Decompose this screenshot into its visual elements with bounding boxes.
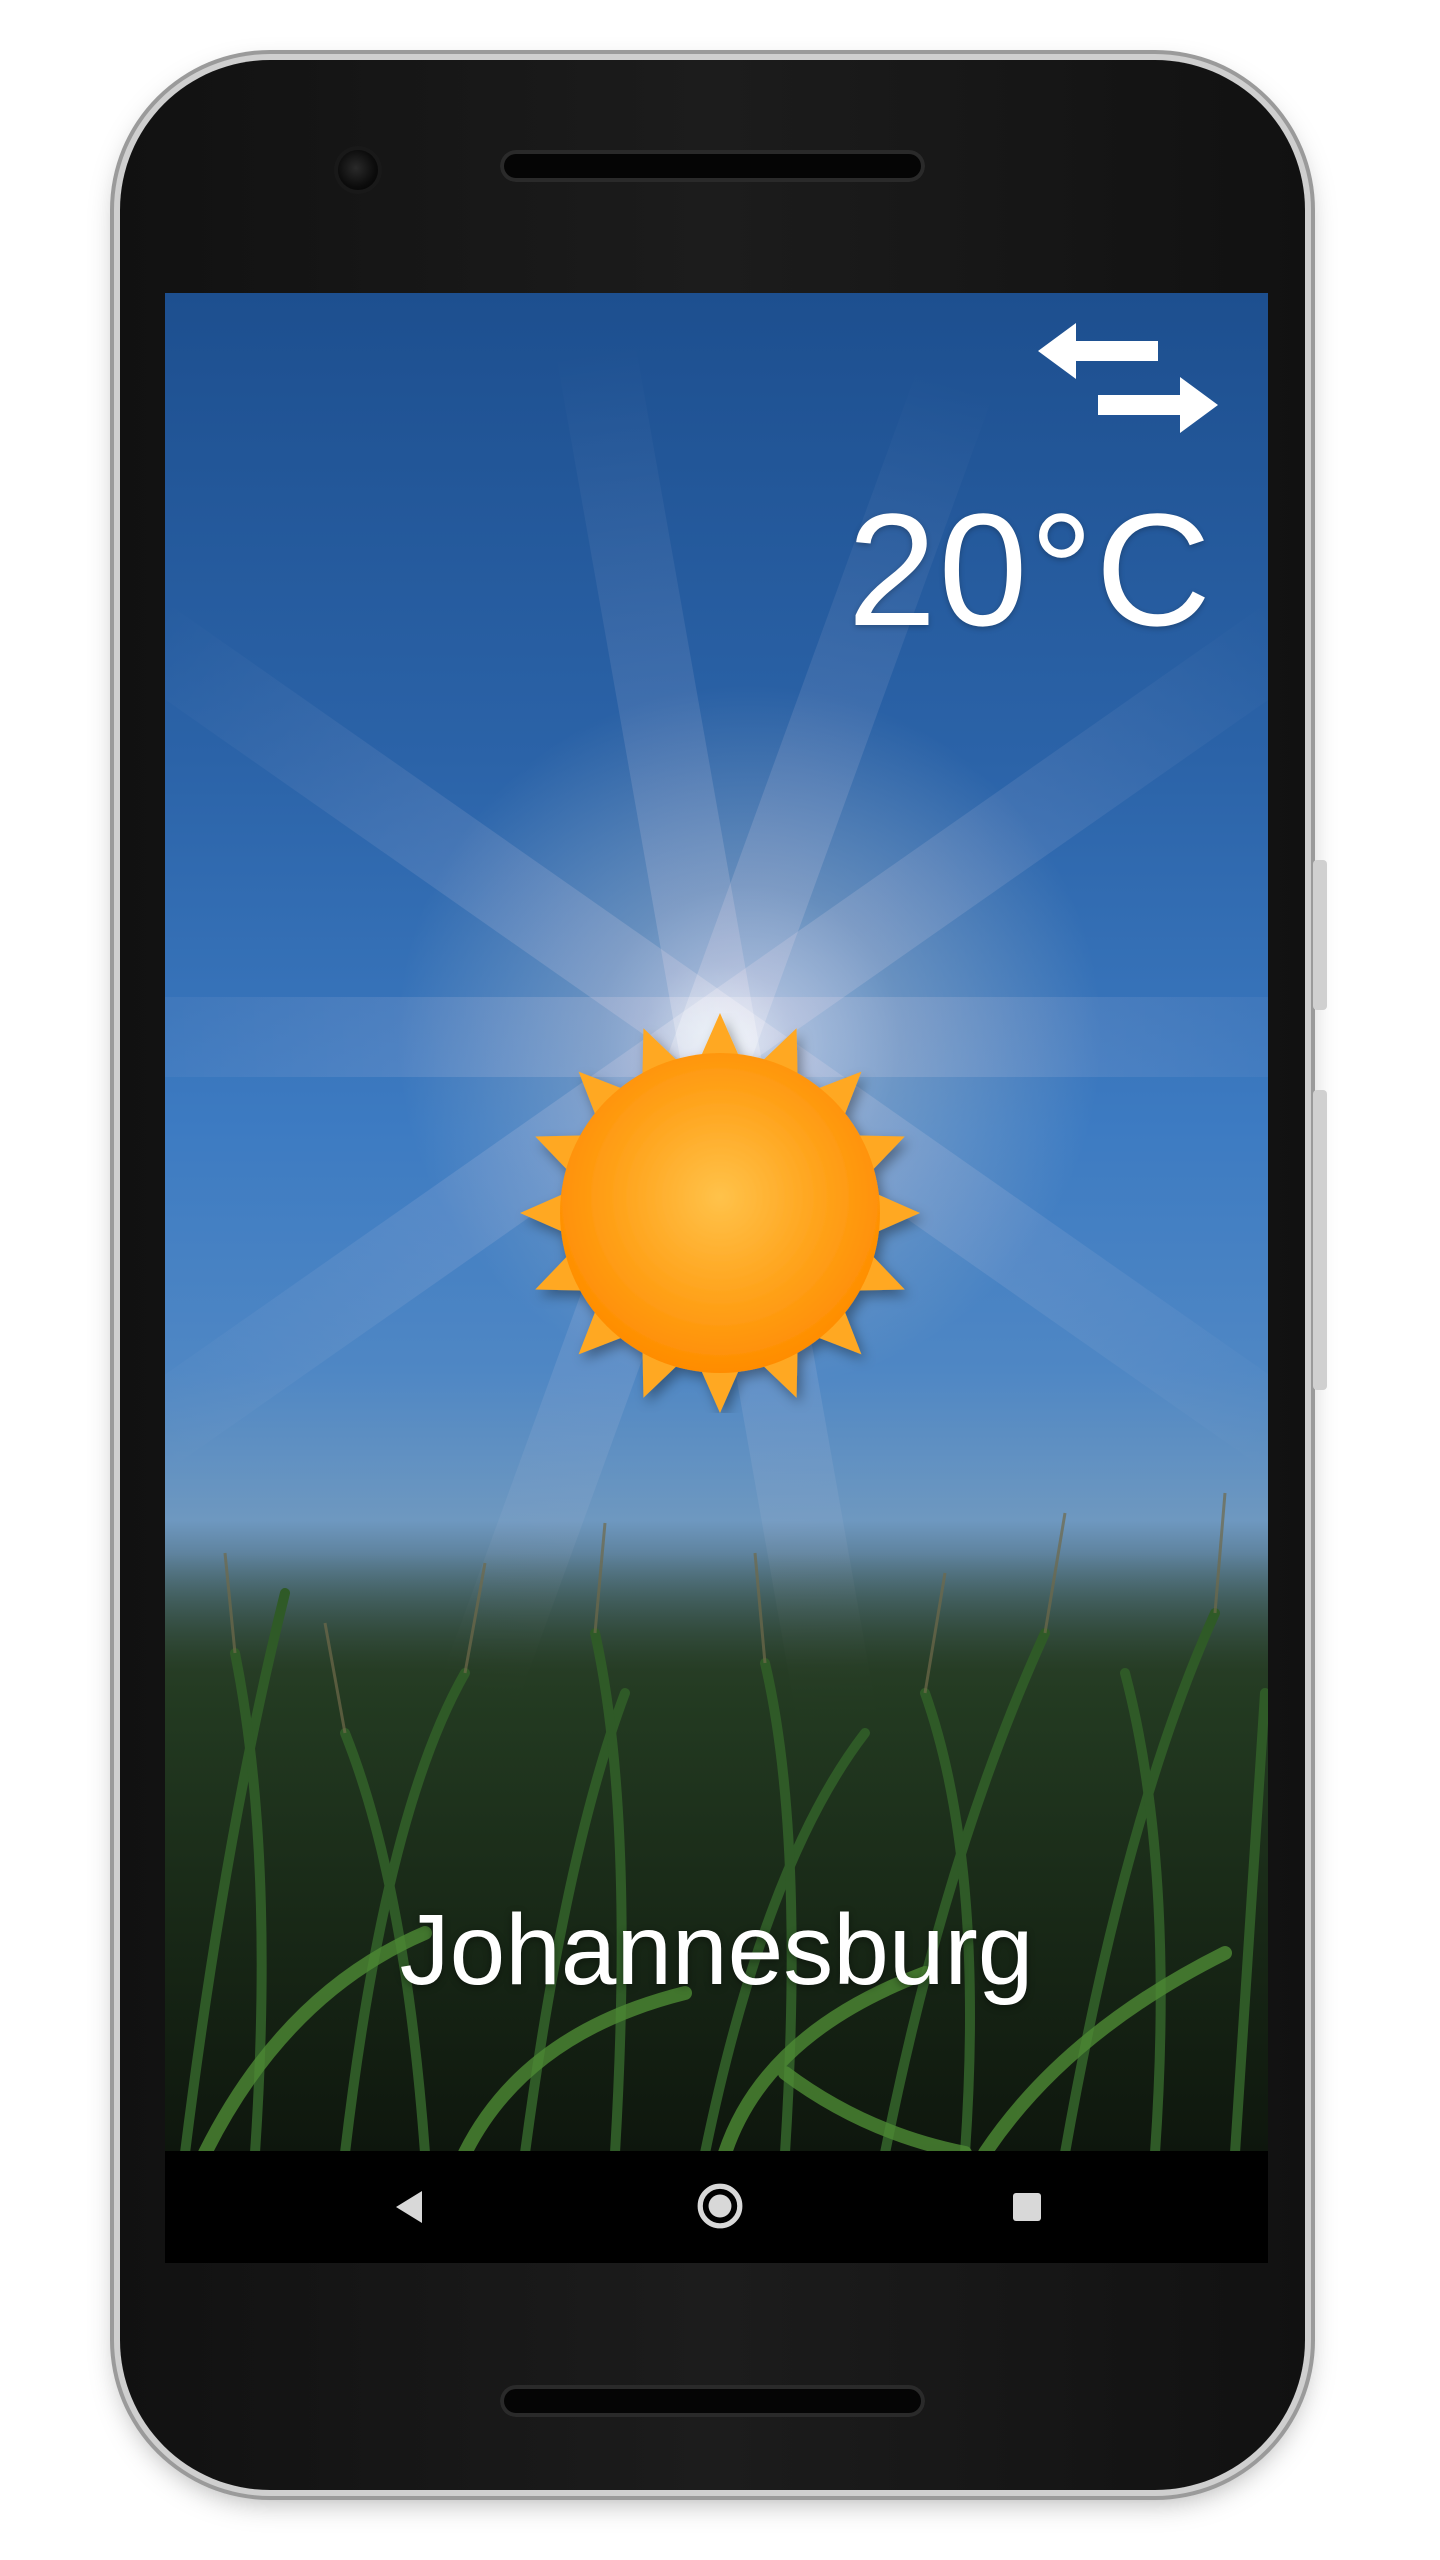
volume-button [1313, 1090, 1327, 1390]
cornfield-foliage [165, 1492, 1268, 2153]
top-speaker [500, 150, 925, 182]
power-button [1313, 860, 1327, 1010]
system-navigation-bar [165, 2151, 1268, 2263]
front-camera [338, 150, 378, 190]
phone-frame: 20°C Johannesburg [120, 60, 1327, 2490]
bottom-speaker [500, 2385, 925, 2417]
city-label: Johannesburg [399, 1894, 1034, 2006]
sun-icon [520, 1013, 920, 1413]
temperature-label: 20°C [847, 480, 1213, 659]
back-triangle-icon[interactable] [390, 2187, 430, 2227]
home-circle-icon[interactable] [695, 2181, 745, 2231]
swap-arrows-icon[interactable] [1038, 323, 1218, 433]
recents-square-icon[interactable] [1007, 2187, 1047, 2227]
app-screen: 20°C Johannesburg [165, 293, 1268, 2263]
